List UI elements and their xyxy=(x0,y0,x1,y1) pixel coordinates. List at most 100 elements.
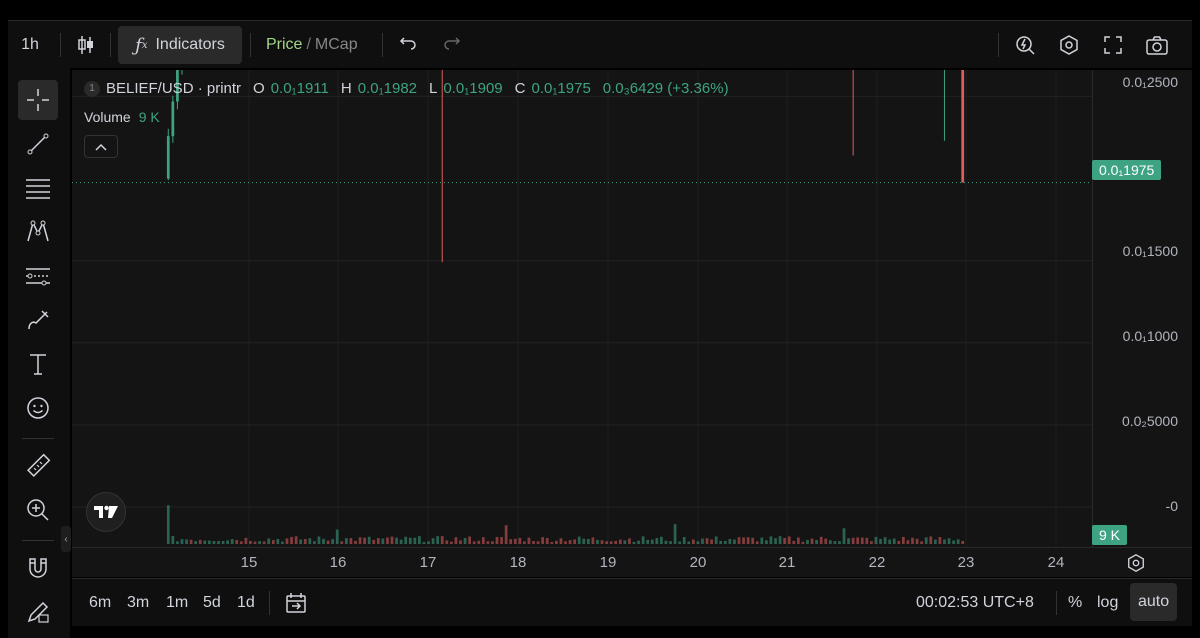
quick-search-button[interactable] xyxy=(1010,21,1040,69)
range-6m-button[interactable]: 6m xyxy=(89,579,111,627)
collapse-toolbar-handle[interactable]: ‹ xyxy=(61,526,71,552)
volume-bar xyxy=(294,536,298,544)
volume-bar xyxy=(660,536,663,544)
volume-bar xyxy=(212,541,216,544)
time-tick: 21 xyxy=(778,554,796,571)
range-1d-button[interactable]: 1d xyxy=(237,579,255,627)
volume-bar xyxy=(249,540,252,544)
volume-bar xyxy=(440,536,444,544)
legend-collapse-button[interactable] xyxy=(84,135,118,158)
volume-bar xyxy=(472,541,476,544)
volume-bar xyxy=(363,537,366,544)
text-tool[interactable] xyxy=(18,344,58,384)
volume-bar xyxy=(819,536,823,544)
candle-type-button[interactable] xyxy=(70,21,102,69)
fib-tool[interactable] xyxy=(18,168,58,208)
price-axis[interactable]: 0.0₁2500 0.0₁1500 0.0₁1000 0.0₂5000 -0 xyxy=(1092,70,1192,547)
zoom-tool[interactable] xyxy=(18,490,58,530)
time-tick: 17 xyxy=(419,554,437,571)
crosshair-tool[interactable] xyxy=(18,80,58,120)
undo-button[interactable] xyxy=(396,21,420,69)
magnet-tool[interactable] xyxy=(18,548,58,588)
price-option[interactable]: Price xyxy=(266,36,302,54)
volume-bar xyxy=(290,536,293,544)
volume-bar xyxy=(221,540,225,544)
volume-bar xyxy=(509,539,513,544)
volume-bar xyxy=(454,537,458,544)
crosshair-icon xyxy=(25,87,51,113)
slash-separator: / xyxy=(306,36,311,53)
clock-timezone[interactable]: 00:02:53 UTC+8 xyxy=(916,579,1034,627)
calendar-arrow-icon xyxy=(284,591,308,615)
volume-bar xyxy=(239,541,243,544)
volume-bar xyxy=(513,538,517,544)
volume-bar xyxy=(386,537,389,544)
trend-line-tool[interactable] xyxy=(18,124,58,164)
volume-bar xyxy=(614,540,618,544)
percent-scale-button[interactable]: % xyxy=(1068,579,1082,627)
volume-bar xyxy=(376,538,380,544)
symbol-label[interactable]: BELIEF/USD · printr xyxy=(106,80,241,97)
volume-bar xyxy=(961,540,965,544)
volume-value: 9 K xyxy=(138,109,160,125)
candle-body xyxy=(961,70,965,183)
volume-bar xyxy=(308,538,312,544)
axis-settings-button[interactable] xyxy=(1126,553,1146,578)
log-scale-button[interactable]: log xyxy=(1097,579,1118,627)
mcap-option[interactable]: MCap xyxy=(315,36,358,54)
range-3m-button[interactable]: 3m xyxy=(127,579,149,627)
volume-bar xyxy=(796,537,800,544)
volume-bar xyxy=(687,541,691,544)
volume-bar xyxy=(468,536,471,544)
emoji-tool[interactable] xyxy=(18,388,58,428)
high-value: 0.0₁1982 xyxy=(357,80,418,97)
volume-bar xyxy=(924,537,928,544)
volume-bar xyxy=(322,538,325,544)
indicators-button[interactable]: ƒx Indicators xyxy=(118,26,242,64)
volume-legend: Volume 9 K xyxy=(84,109,160,125)
volume-bar xyxy=(381,538,385,544)
candlestick-icon xyxy=(75,34,97,56)
volume-bar xyxy=(313,541,316,544)
interval-button[interactable]: 1h xyxy=(14,21,46,69)
time-axis[interactable]: 15 16 17 18 19 20 21 22 23 24 xyxy=(72,547,1192,577)
volume-bar xyxy=(650,539,654,544)
volume-bar xyxy=(705,538,709,544)
close-key: C xyxy=(514,80,526,97)
projection-icon xyxy=(24,263,52,289)
volume-bar xyxy=(728,538,732,544)
candlestick-chart[interactable] xyxy=(72,70,1092,547)
volume-bar xyxy=(299,539,303,544)
redo-button[interactable] xyxy=(440,21,464,69)
current-price-badge: 0.0₁1975 xyxy=(1092,160,1162,180)
lock-drawing-tool[interactable] xyxy=(18,592,58,632)
volume-bar xyxy=(354,540,357,544)
brush-tool[interactable] xyxy=(18,300,58,340)
time-tick: 19 xyxy=(599,554,617,571)
volume-bar xyxy=(664,540,668,544)
forecast-tool[interactable] xyxy=(18,256,58,296)
goto-date-button[interactable] xyxy=(284,579,308,627)
volume-bar xyxy=(344,538,348,544)
smiley-icon xyxy=(25,395,51,421)
volume-bar xyxy=(413,537,417,544)
pencil-lock-icon xyxy=(25,599,51,625)
price-mcap-toggle[interactable]: Price / MCap xyxy=(266,21,366,69)
volume-bar xyxy=(856,537,860,544)
candle-body xyxy=(166,136,170,179)
volume-bar xyxy=(628,538,631,544)
volume-bar xyxy=(655,538,659,544)
bottom-toolbar: 6m 3m 1m 5d 1d 00:02:53 UTC+8 % log auto xyxy=(72,578,1192,626)
screenshot-button[interactable] xyxy=(1142,21,1172,69)
auto-scale-button[interactable]: auto xyxy=(1130,583,1178,621)
settings-button[interactable] xyxy=(1054,21,1084,69)
range-1m-button[interactable]: 1m xyxy=(166,579,188,627)
measure-tool[interactable] xyxy=(18,446,58,486)
fullscreen-button[interactable] xyxy=(1098,21,1128,69)
volume-bar xyxy=(751,537,755,544)
volume-bar xyxy=(176,541,179,544)
range-5d-button[interactable]: 5d xyxy=(203,579,221,627)
volume-bar xyxy=(879,538,882,544)
tradingview-logo[interactable] xyxy=(86,492,126,532)
pattern-tool[interactable] xyxy=(18,212,58,252)
